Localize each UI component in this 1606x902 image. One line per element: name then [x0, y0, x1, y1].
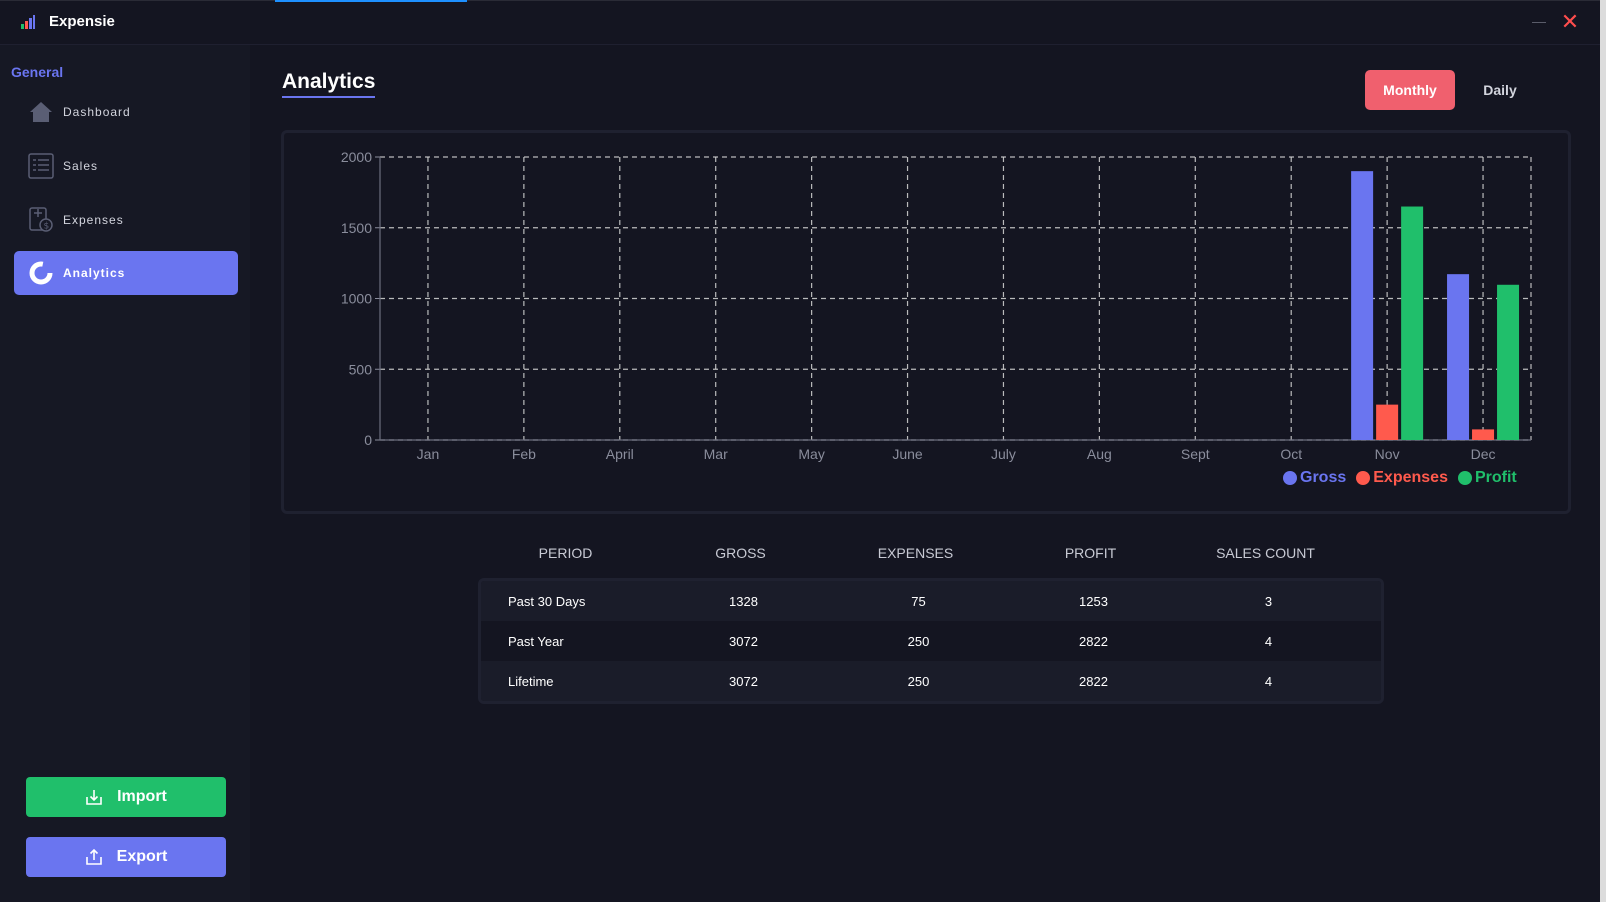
sidebar-heading: General — [11, 64, 64, 80]
svg-text:$: $ — [44, 222, 50, 232]
title-bar: Expensie ✕ — [0, 0, 1600, 45]
window-top-border — [0, 0, 1600, 1]
sidebar-item-label: Dashboard — [63, 105, 131, 119]
chart-legend: Gross Expenses Profit — [1283, 469, 1517, 487]
import-label: Import — [117, 788, 167, 805]
import-button[interactable]: Import — [26, 777, 226, 817]
table-cell: Lifetime — [508, 673, 554, 689]
legend-dot — [1457, 471, 1472, 485]
chart-card — [281, 130, 1571, 514]
minimize-button[interactable] — [1532, 22, 1546, 23]
donut-chart-icon — [28, 260, 54, 286]
table-cell: 1253 — [1079, 593, 1108, 609]
column-header: PERIOD — [538, 545, 593, 561]
legend-label: Profit — [1474, 469, 1517, 486]
desktop-background — [1600, 0, 1606, 902]
table-cell: Past Year — [508, 633, 564, 649]
page-title: Analytics — [282, 70, 376, 98]
table-cell: 2822 — [1079, 673, 1108, 689]
expenses-icon: $ — [28, 207, 54, 233]
sidebar-item-label: Analytics — [63, 266, 126, 280]
table-row: Past Year 3072 250 2822 4 — [481, 621, 1381, 661]
table-cell: 3072 — [729, 673, 758, 689]
table-cell: 4 — [1264, 633, 1273, 649]
list-icon — [28, 153, 54, 179]
table-row: Lifetime 3072 250 2822 4 — [481, 661, 1381, 701]
legend-item-expenses[interactable]: Expenses — [1356, 469, 1448, 487]
legend-item-gross[interactable]: Gross — [1283, 469, 1346, 487]
sidebar-item-sales[interactable]: Sales — [14, 144, 238, 188]
sidebar-item-dashboard[interactable]: Dashboard — [14, 90, 238, 134]
home-icon — [28, 99, 54, 125]
table-cell: 3 — [1264, 593, 1273, 609]
export-icon — [85, 848, 102, 865]
legend-label: Expenses — [1373, 469, 1448, 486]
table-cell: 3072 — [729, 633, 758, 649]
close-icon[interactable]: ✕ — [1560, 11, 1580, 33]
summary-table-header: PERIOD GROSS EXPENSES PROFIT SALES COUNT — [478, 545, 1384, 565]
daily-toggle-button[interactable]: Daily — [1470, 70, 1530, 110]
bar-chart-logo-icon — [21, 15, 35, 29]
export-label: Export — [116, 848, 168, 865]
column-header: EXPENSES — [877, 545, 954, 561]
table-cell: 1328 — [729, 593, 758, 609]
legend-label: Gross — [1300, 469, 1347, 486]
sidebar-item-analytics[interactable]: Analytics — [14, 251, 238, 295]
table-cell: 250 — [907, 633, 930, 649]
monthly-toggle-button[interactable]: Monthly — [1365, 70, 1455, 110]
column-header: SALES COUNT — [1216, 545, 1315, 561]
taskbar-accent — [275, 0, 467, 2]
sidebar-item-label: Expenses — [63, 213, 124, 227]
summary-table: Past 30 Days 1328 75 1253 3 Past Year 30… — [478, 578, 1384, 704]
table-cell: Past 30 Days — [508, 593, 586, 609]
export-button[interactable]: Export — [26, 837, 226, 877]
sidebar: General Dashboard Sales $ Expenses Analy… — [0, 45, 250, 902]
app-title: Expensie — [49, 13, 115, 30]
sidebar-item-expenses[interactable]: $ Expenses — [14, 198, 238, 242]
table-cell: 4 — [1264, 673, 1273, 689]
import-icon — [86, 790, 102, 805]
table-cell: 250 — [907, 673, 930, 689]
column-header: PROFIT — [1064, 545, 1117, 561]
legend-dot — [1283, 471, 1297, 485]
app-window: Expensie ✕ General Dashboard Sales $ Exp… — [0, 0, 1600, 902]
legend-item-profit[interactable]: Profit — [1457, 469, 1517, 487]
table-cell: 75 — [911, 593, 926, 609]
table-row: Past 30 Days 1328 75 1253 3 — [481, 581, 1381, 621]
legend-dot — [1356, 471, 1371, 485]
column-header: GROSS — [715, 545, 766, 561]
sidebar-item-label: Sales — [63, 159, 99, 173]
table-cell: 2822 — [1079, 633, 1108, 649]
